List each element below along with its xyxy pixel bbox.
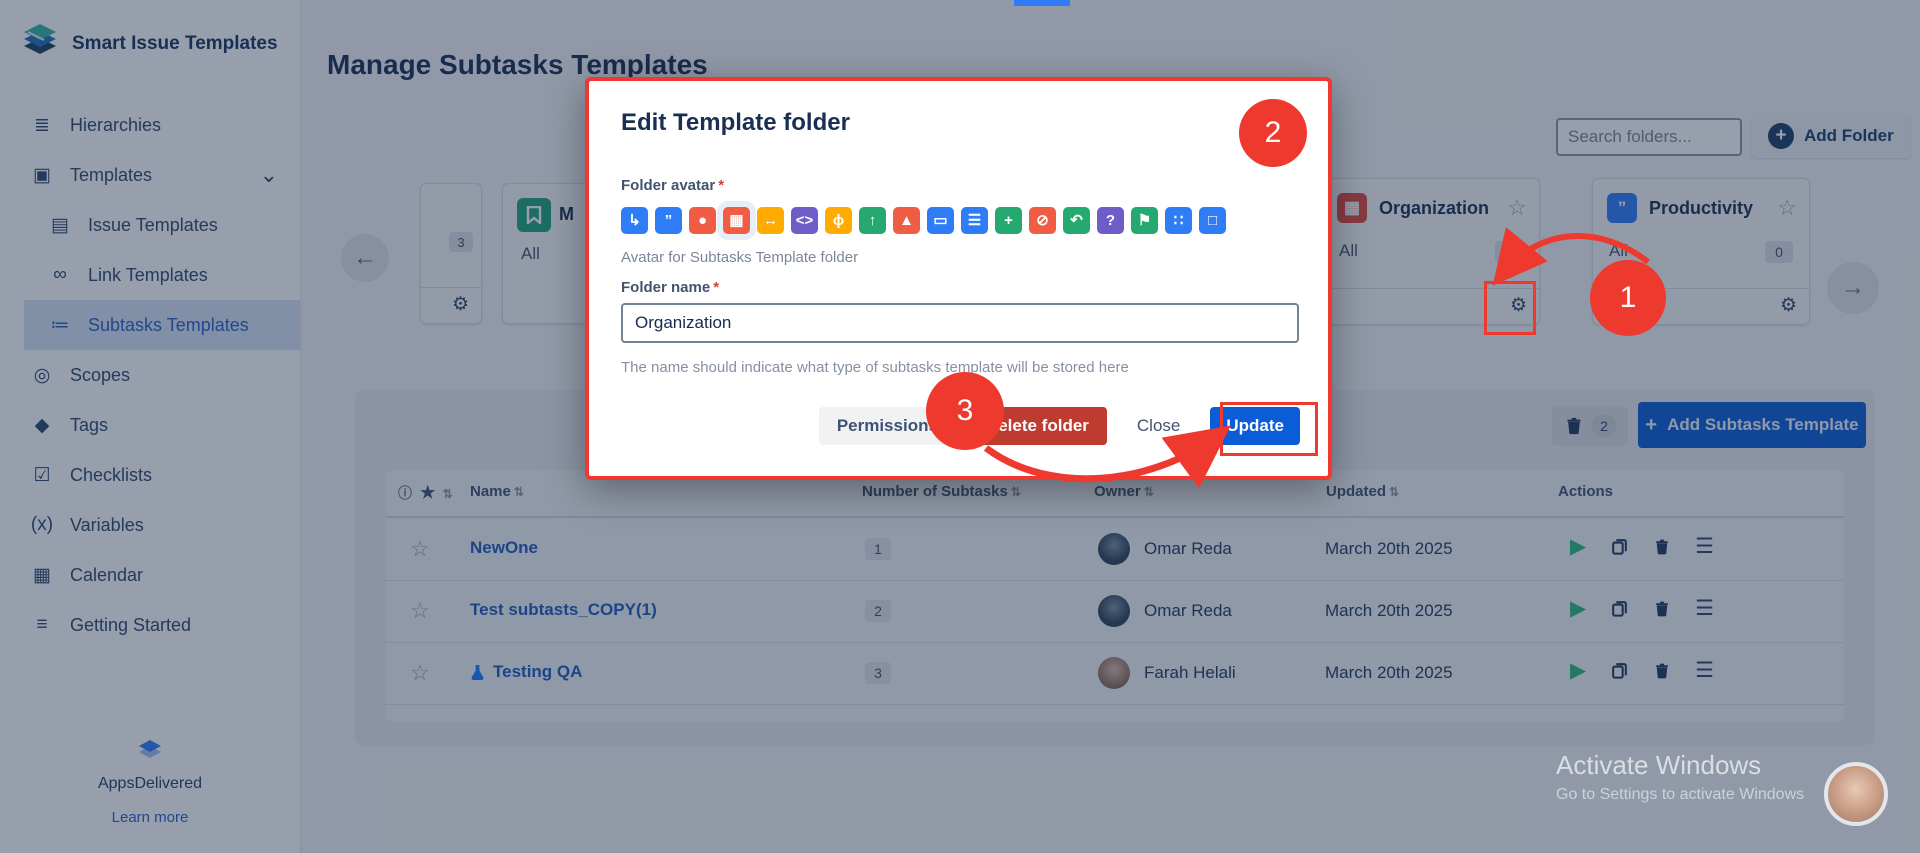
cone-icon[interactable]: ▲	[893, 207, 920, 234]
avatar-icon-picker: ↳ ” ● ▦ ↔ <> ϕ ↑ ▲ ▭ ☰ +	[621, 201, 1226, 239]
question-icon[interactable]: ?	[1097, 207, 1124, 234]
activate-windows-hint: Go to Settings to activate Windows	[1556, 786, 1804, 804]
annotation-gear-highlight	[1484, 281, 1536, 335]
app-root: Smart Issue Templates ≣ Hierarchies ⌄ ▣ …	[0, 0, 1920, 853]
commit-icon[interactable]: ϕ	[825, 207, 852, 234]
arrow-up-icon[interactable]: ↑	[859, 207, 886, 234]
browser-accent-strip	[1014, 0, 1070, 6]
shapes-icon[interactable]: ∷	[1165, 207, 1192, 234]
calendar-avatar-icon[interactable]: ▦	[723, 207, 750, 234]
annotation-update-highlight	[1220, 402, 1318, 456]
window-icon[interactable]: □	[1199, 207, 1226, 234]
avatar-help-text: Avatar for Subtasks Template folder	[621, 249, 858, 266]
folder-name-label: Folder name*	[621, 279, 719, 296]
modal-title: Edit Template folder	[621, 109, 850, 137]
folder-name-input[interactable]	[621, 303, 1299, 343]
arrows-horizontal-icon[interactable]: ↔	[757, 207, 784, 234]
annotation-step-2: 2	[1239, 99, 1307, 167]
bookmark-icon[interactable]: ⚑	[1131, 207, 1158, 234]
undo-icon[interactable]: ↶	[1063, 207, 1090, 234]
code-icon[interactable]: <>	[791, 207, 818, 234]
plus-icon[interactable]: +	[995, 207, 1022, 234]
annotation-step-1: 1	[1590, 260, 1666, 336]
folder-name-help-text: The name should indicate what type of su…	[621, 359, 1129, 376]
user-avatar[interactable]	[1824, 762, 1888, 826]
folder-avatar-label: Folder avatar*	[621, 177, 724, 194]
card-icon[interactable]: ▭	[927, 207, 954, 234]
required-mark: *	[713, 279, 719, 296]
blocked-icon[interactable]: ⊘	[1029, 207, 1056, 234]
subtask-icon[interactable]: ↳	[621, 207, 648, 234]
annotation-step-3: 3	[926, 372, 1004, 450]
close-button[interactable]: Close	[1119, 407, 1198, 445]
align-left-icon[interactable]: ☰	[961, 207, 988, 234]
quote-icon[interactable]: ”	[655, 207, 682, 234]
activate-windows-watermark: Activate Windows	[1556, 750, 1761, 781]
circle-icon[interactable]: ●	[689, 207, 716, 234]
required-mark: *	[718, 177, 724, 194]
